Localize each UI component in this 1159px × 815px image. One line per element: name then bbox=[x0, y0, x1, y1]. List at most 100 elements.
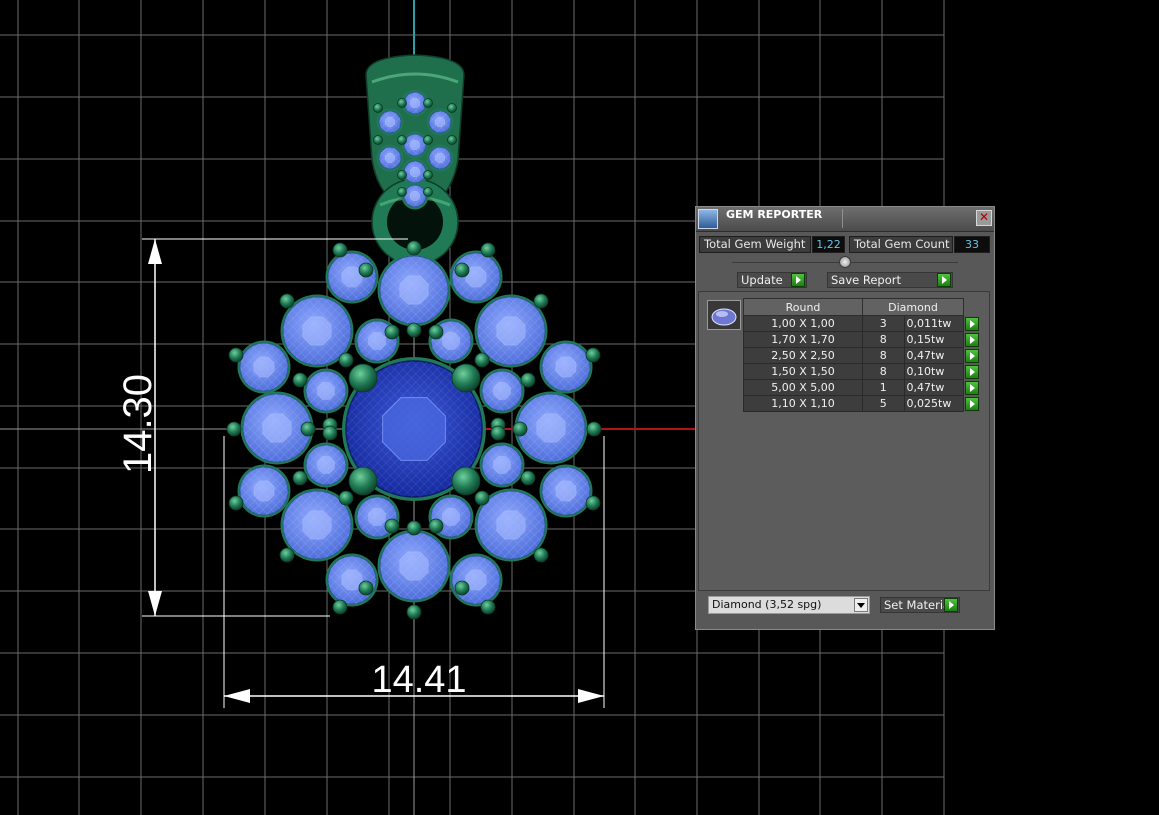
gem-table-facet bbox=[317, 382, 335, 400]
gem-table-facet bbox=[496, 510, 526, 540]
row-select-cell[interactable] bbox=[963, 315, 980, 332]
set-material-button-label: Set Material bbox=[884, 598, 954, 612]
column-header-shape[interactable]: Round bbox=[743, 298, 863, 316]
prong bbox=[480, 242, 496, 258]
vertical-dimension-label: 14.30 bbox=[116, 374, 160, 474]
row-select-cell[interactable] bbox=[963, 331, 980, 348]
chevron-down-icon[interactable] bbox=[854, 598, 868, 612]
gem-count-cell: 8 bbox=[862, 347, 905, 364]
gem-table-facet bbox=[368, 508, 386, 526]
row-select-cell[interactable] bbox=[963, 347, 980, 364]
gem-table-facet bbox=[399, 275, 429, 305]
gem-count-cell: 8 bbox=[862, 363, 905, 380]
prong bbox=[406, 520, 422, 536]
gem-count-cell: 1 bbox=[862, 379, 905, 396]
gem-table-facet bbox=[493, 456, 511, 474]
gem-table-facet bbox=[253, 356, 275, 378]
gem-table-facet bbox=[496, 316, 526, 346]
gem-table-facet bbox=[410, 167, 420, 177]
gem-reporter-title: GEM REPORTER bbox=[726, 208, 823, 221]
prong bbox=[348, 363, 378, 393]
prong bbox=[454, 262, 470, 278]
gem-table-facet bbox=[410, 98, 420, 108]
prong bbox=[447, 135, 457, 145]
prong bbox=[358, 262, 374, 278]
prong bbox=[423, 135, 433, 145]
material-select[interactable]: Diamond (3,52 spg) bbox=[708, 596, 870, 614]
pendant-model[interactable] bbox=[226, 54, 602, 620]
set-material-button[interactable]: Set Material bbox=[880, 597, 960, 613]
table-row[interactable]: 2,50 X 2,50 8 0,47tw bbox=[743, 347, 980, 364]
gem-reporter-titlebar[interactable]: GEM REPORTER ✕ bbox=[696, 207, 994, 232]
horizontal-dimension-label: 14.41 bbox=[371, 659, 466, 701]
table-row[interactable]: 5,00 X 5,00 1 0,47tw bbox=[743, 379, 980, 396]
prong bbox=[384, 324, 400, 340]
prong bbox=[406, 604, 422, 620]
prong bbox=[332, 242, 348, 258]
gem-table: Round Diamond 1,00 X 1,00 3 0,011tw 1,70 X … bbox=[743, 298, 980, 412]
gem-table-facet bbox=[410, 140, 420, 150]
gem-table-facet bbox=[435, 117, 445, 127]
gem-table-facet bbox=[410, 191, 420, 201]
row-select-cell[interactable] bbox=[963, 363, 980, 380]
gem-size-cell: 5,00 X 5,00 bbox=[743, 379, 863, 396]
table-row[interactable]: 1,70 X 1,70 8 0,15tw bbox=[743, 331, 980, 348]
column-header-material[interactable]: Diamond bbox=[862, 298, 964, 316]
row-arrow-icon bbox=[965, 332, 979, 347]
gem-table-facet bbox=[385, 153, 395, 163]
prong bbox=[292, 372, 308, 388]
prong bbox=[533, 547, 549, 563]
gem-weight-cell: 0,025tw bbox=[903, 395, 965, 412]
row-select-cell[interactable] bbox=[963, 395, 980, 412]
gem-table-facet bbox=[555, 480, 577, 502]
prong bbox=[228, 347, 244, 363]
prong bbox=[338, 352, 354, 368]
prong bbox=[384, 518, 400, 534]
gem-size-cell: 1,10 X 1,10 bbox=[743, 395, 863, 412]
prong bbox=[406, 240, 422, 256]
table-row[interactable]: 1,50 X 1,50 8 0,10tw bbox=[743, 363, 980, 380]
prong bbox=[358, 580, 374, 596]
prong bbox=[397, 135, 407, 145]
prong bbox=[520, 470, 536, 486]
update-button[interactable]: Update bbox=[737, 272, 807, 288]
row-select-cell[interactable] bbox=[963, 379, 980, 396]
prong bbox=[474, 352, 490, 368]
gem-table-facet bbox=[262, 413, 292, 443]
prong bbox=[406, 322, 422, 338]
total-gem-weight-value: 1,22 bbox=[812, 236, 845, 253]
prong bbox=[397, 187, 407, 197]
gem-table-header: Round Diamond bbox=[743, 298, 980, 316]
gem-size-cell: 2,50 X 2,50 bbox=[743, 347, 863, 364]
row-arrow-icon bbox=[965, 348, 979, 363]
prong bbox=[292, 470, 308, 486]
close-icon[interactable]: ✕ bbox=[976, 210, 992, 226]
gem-table-facet bbox=[442, 508, 460, 526]
gem-thumbnail-icon[interactable] bbox=[707, 300, 741, 330]
prong bbox=[423, 187, 433, 197]
gem-size-cell: 1,00 X 1,00 bbox=[743, 315, 863, 332]
prong bbox=[512, 421, 528, 437]
gem-table-facet bbox=[442, 332, 460, 350]
prong bbox=[228, 495, 244, 511]
row-arrow-icon bbox=[965, 316, 979, 331]
update-arrow-icon bbox=[791, 273, 805, 287]
prong bbox=[373, 103, 383, 113]
prong bbox=[533, 293, 549, 309]
save-report-button-label: Save Report bbox=[831, 273, 902, 287]
table-row[interactable]: 1,00 X 1,00 3 0,011tw bbox=[743, 315, 980, 332]
prong bbox=[373, 135, 383, 145]
prong bbox=[397, 98, 407, 108]
set-material-arrow-icon bbox=[944, 598, 958, 612]
table-row[interactable]: 1,10 X 1,10 5 0,025tw bbox=[743, 395, 980, 412]
prong bbox=[279, 547, 295, 563]
gem-table-facet bbox=[368, 332, 386, 350]
save-report-button[interactable]: Save Report bbox=[827, 272, 953, 288]
prong bbox=[586, 421, 602, 437]
gem-reporter-icon bbox=[698, 209, 718, 229]
save-report-arrow-icon bbox=[937, 273, 951, 287]
prong bbox=[428, 324, 444, 340]
gem-reporter-panel: GEM REPORTER ✕ Total Gem Weight 1,22 Tot… bbox=[695, 206, 995, 630]
gem-table-facet bbox=[435, 153, 445, 163]
size-slider-thumb[interactable] bbox=[839, 256, 851, 268]
